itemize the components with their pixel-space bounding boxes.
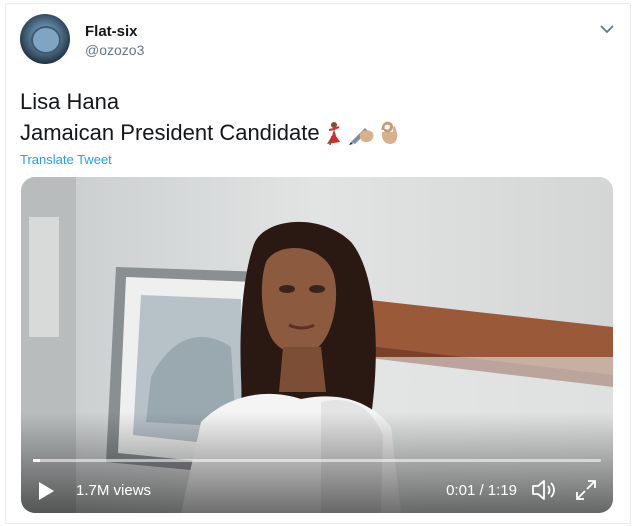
tweet-card: Flat-six @ozozo3 Lisa Hana Jamaican Pres… [5, 3, 631, 524]
tweet-line-2: Jamaican President Candidate [20, 120, 320, 145]
chevron-down-icon[interactable] [596, 18, 618, 40]
video-player[interactable]: 1.7M views 0:01 / 1:19 [21, 177, 613, 513]
author-handle[interactable]: @ozozo3 [85, 42, 144, 58]
volume-icon[interactable] [531, 478, 557, 507]
tweet-text: Lisa Hana Jamaican President Candidate [20, 86, 401, 148]
view-count: 1.7M views [76, 482, 152, 499]
progress-fill [33, 459, 41, 462]
video-frame [21, 177, 613, 513]
translate-tweet-link[interactable]: Translate Tweet [20, 152, 112, 167]
time-display: 0:01 / 1:19 [446, 482, 517, 499]
author-display-name[interactable]: Flat-six [85, 23, 138, 40]
ok-hand-emoji-icon [377, 120, 401, 146]
globe-avatar-icon [31, 26, 61, 54]
video-controls: 1.7M views 0:01 / 1:19 [21, 467, 613, 513]
dancer-emoji-icon [321, 120, 347, 146]
writing-hand-emoji-icon [348, 120, 376, 146]
play-icon[interactable] [37, 481, 55, 506]
progress-bar[interactable] [33, 459, 601, 462]
tweet-line-1: Lisa Hana [20, 89, 120, 114]
fullscreen-icon[interactable] [575, 479, 597, 506]
avatar[interactable] [20, 14, 70, 64]
